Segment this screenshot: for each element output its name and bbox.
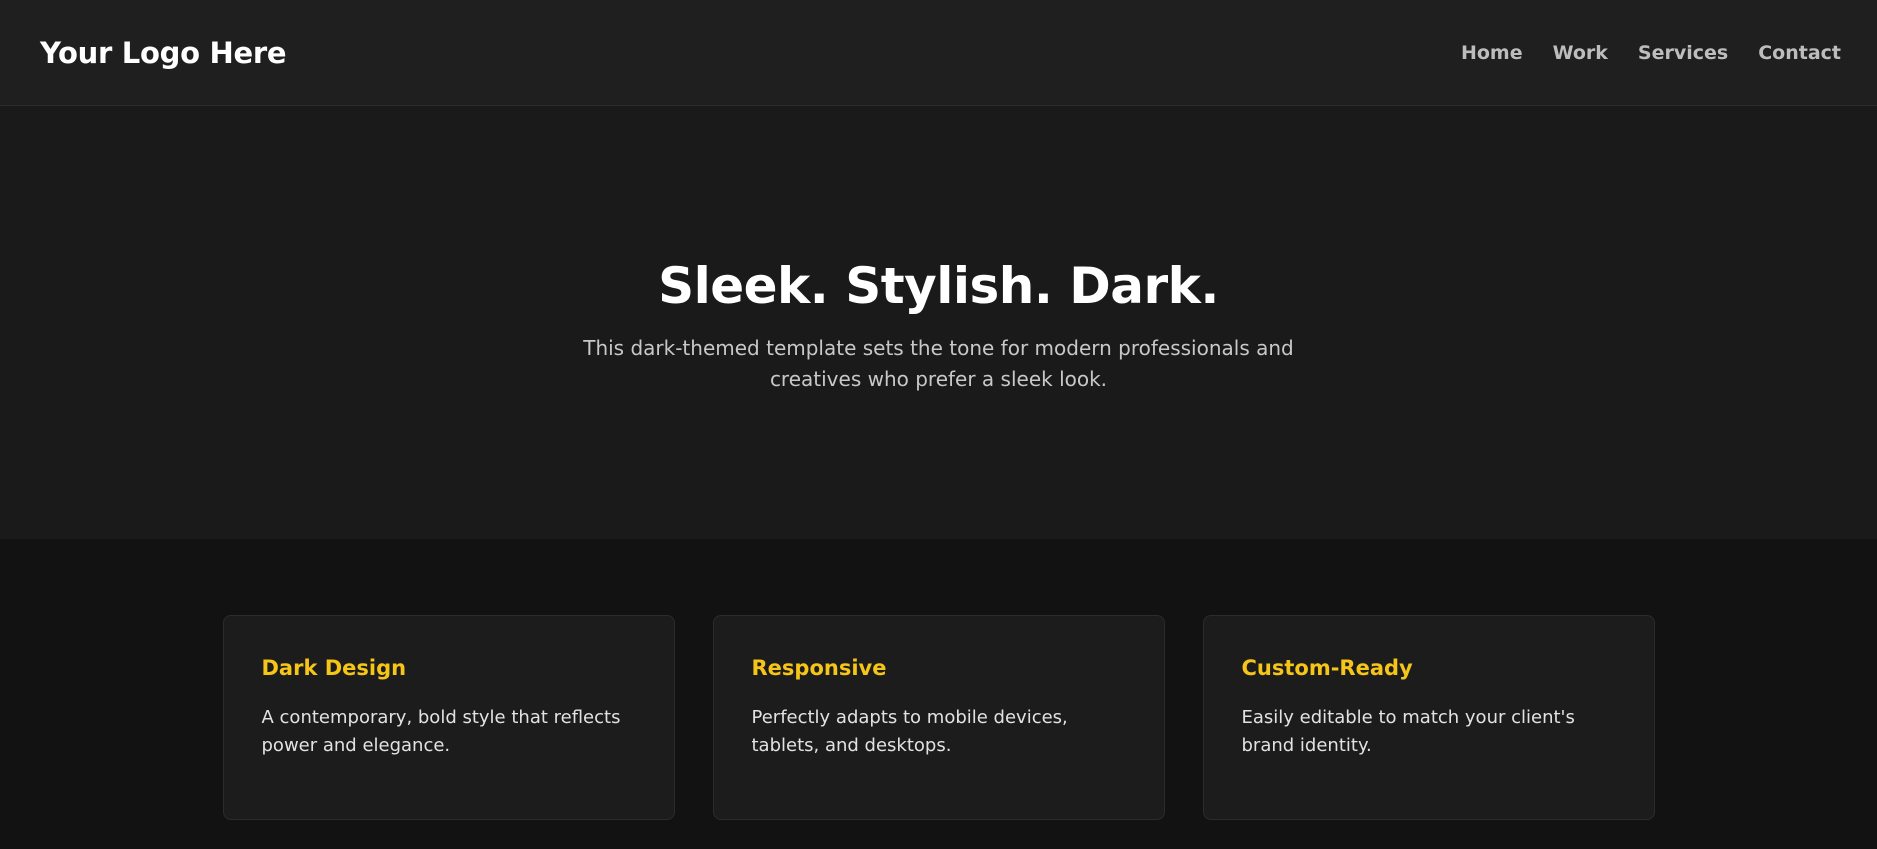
feature-card-dark-design: Dark Design A contemporary, bold style t… — [222, 615, 675, 820]
hero-subtitle: This dark-themed template sets the tone … — [583, 335, 1294, 391]
nav-link-home[interactable]: Home — [1461, 42, 1523, 64]
feature-card-text: A contemporary, bold style that reflects… — [261, 707, 621, 756]
logo[interactable]: Your Logo Here — [40, 36, 287, 70]
feature-card-title: Dark Design — [261, 656, 407, 680]
feature-card-responsive: Responsive Perfectly adapts to mobile de… — [712, 615, 1165, 820]
feature-card-title: Custom-Ready — [1241, 656, 1413, 680]
nav-link-contact[interactable]: Contact — [1758, 42, 1841, 64]
site-header: Your Logo Here Home Work Services Contac… — [0, 0, 1877, 106]
hero-title: Sleek. Stylish. Dark. — [658, 256, 1219, 315]
features-section: Dark Design A contemporary, bold style t… — [0, 539, 1877, 849]
nav-link-work[interactable]: Work — [1553, 42, 1608, 64]
feature-card-text: Easily editable to match your client's b… — [1241, 707, 1575, 756]
nav-link-services[interactable]: Services — [1638, 42, 1728, 64]
feature-card-custom-ready: Custom-Ready Easily editable to match yo… — [1202, 615, 1655, 820]
hero-section: Sleek. Stylish. Dark. This dark-themed t… — [0, 106, 1877, 539]
feature-card-title: Responsive — [751, 656, 887, 680]
main-nav: Home Work Services Contact — [1461, 42, 1841, 64]
feature-card-text: Perfectly adapts to mobile devices, tabl… — [751, 707, 1068, 756]
